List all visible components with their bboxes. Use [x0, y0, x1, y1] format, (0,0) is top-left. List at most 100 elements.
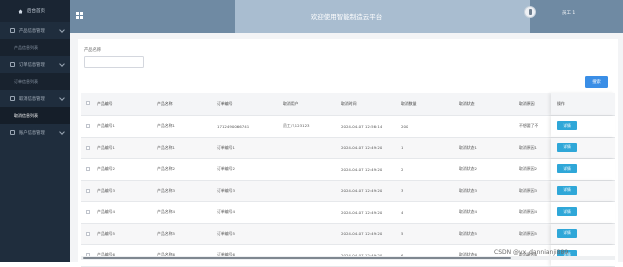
row-checkbox[interactable] [86, 210, 90, 214]
table-row: 产品编号1 产品名称1 订单编号1 2024-04-07 12:49:20 1 取消状态1… [81, 137, 615, 159]
column-header: 取消用户 [283, 101, 299, 106]
top-header: 欢迎使用智能制造云平台 员工 1 [70, 0, 623, 33]
table-cell: 产品名称3 [157, 187, 176, 193]
row-checkbox[interactable] [86, 231, 90, 236]
sidebar-group-accounts[interactable]: 账户信息管理 [0, 124, 70, 141]
table-cell: 订单编号3 [217, 187, 236, 193]
table-cell: 2024-04-07 12:49:20 [341, 166, 383, 172]
table-cell: 产品编号5 [97, 230, 116, 236]
table-cell: 产品编号4 [97, 209, 116, 215]
table-cell: 取消原因1 [519, 144, 538, 150]
table-cell: 5 [401, 231, 404, 237]
column-header: 取消原因 [519, 101, 535, 106]
table-row: 产品编号2 产品名称2 订单编号2 2024-04-07 12:49:20 2 取消状态2… [81, 159, 615, 181]
menu-icon [10, 96, 15, 101]
table-cell: 1712490066741 [217, 123, 250, 129]
table-cell: 员工八123123 [283, 123, 310, 129]
sidebar-item-home[interactable]: 后台首页 [0, 0, 70, 22]
table-cell: 取消原因2 [519, 166, 538, 172]
chevron-down-icon [59, 129, 65, 135]
cancellation-table: 产品编号 产品名称 订单编号 取消用户 取消时间 取消数量 取消状态 取消原因 操作 产品编号1 产… [81, 93, 615, 267]
sidebar-group-label: 产品信息管理 [19, 28, 45, 34]
table-row: 产品编号3 产品名称3 订单编号3 2024-04-07 12:49:20 3 取消状态3… [81, 180, 615, 202]
column-header: 产品编号 [97, 101, 113, 106]
detail-button[interactable]: 详情 [557, 164, 577, 173]
chevron-down-icon [59, 95, 65, 101]
table-cell: 2024-04-07 12:49:20 [341, 209, 383, 215]
watermark: CSDN @vx_dannianji889 [494, 249, 569, 256]
content-card: 产品名称 搜索 产品编号 产品名称 订单编号 取消用户 取消时间 取消数量 取消状态 取消原因… [78, 39, 618, 267]
column-header: 取消数量 [401, 101, 417, 106]
table-cell: 200 [401, 123, 409, 129]
sidebar-item-order-list[interactable]: 订单信息列表 [0, 73, 70, 90]
avatar[interactable] [524, 6, 536, 18]
table-cell: 取消原因4 [519, 209, 538, 215]
chevron-down-icon [59, 61, 65, 67]
row-checkbox[interactable] [86, 124, 90, 128]
column-header: 产品名称 [157, 101, 173, 106]
page-title: 欢迎使用智能制造云平台 [310, 13, 383, 21]
row-checkbox[interactable] [86, 101, 90, 105]
detail-button[interactable]: 详情 [557, 142, 577, 152]
home-icon [18, 9, 23, 13]
detail-button[interactable]: 详情 [557, 207, 577, 216]
table-cell: 订单编号2 [217, 166, 236, 172]
sidebar-group-label: 取消信息管理 [19, 96, 45, 102]
table-cell: 产品名称2 [157, 166, 176, 172]
product-name-input[interactable] [84, 56, 144, 68]
main-content: 产品名称 搜索 产品编号 产品名称 订单编号 取消用户 取消时间 取消数量 取消状态 取消原因… [70, 33, 623, 267]
sidebar-group-cancellations[interactable]: 取消信息管理 [0, 90, 70, 107]
column-header: 订单编号 [217, 101, 233, 106]
table-header-row: 产品编号 产品名称 订单编号 取消用户 取消时间 取消数量 取消状态 取消原因 操作 [81, 93, 615, 116]
user-name[interactable]: 员工 1 [562, 10, 575, 16]
sidebar-item-label: 产品信息列表 [14, 44, 38, 50]
row-checkbox[interactable] [86, 188, 90, 193]
table-cell: 2024-04-07 12:49:20 [341, 145, 383, 151]
sidebar-group-products[interactable]: 产品信息管理 [0, 22, 70, 39]
column-header: 取消时间 [341, 101, 357, 106]
table-cell: 订单编号4 [217, 209, 236, 215]
sidebar-group-orders[interactable]: 订单信息管理 [0, 56, 70, 73]
menu-icon [10, 28, 15, 33]
sidebar-group-label: 订单信息管理 [19, 62, 45, 68]
table-cell: 取消原因5 [519, 230, 538, 236]
row-checkbox[interactable] [86, 167, 90, 171]
table-cell: 产品名称5 [157, 230, 176, 236]
table-cell: 4 [401, 209, 404, 215]
table-row: 产品编号1 产品名称1 1712490066741 员工八123123 2024-04-… [81, 116, 615, 138]
table-cell: 产品名称1 [157, 123, 176, 129]
table-cell: 取消状态3 [459, 187, 478, 193]
table-cell: 产品编号3 [97, 187, 116, 193]
column-header: 取消状态 [459, 101, 475, 106]
scrollbar-thumb[interactable] [83, 256, 511, 260]
detail-button[interactable]: 详情 [557, 185, 577, 195]
table-cell: 取消状态4 [459, 209, 478, 215]
table-cell: 产品编号2 [97, 166, 116, 172]
search-button[interactable]: 搜索 [585, 76, 608, 88]
menu-icon [10, 130, 15, 135]
table-cell: 产品编号1 [97, 144, 116, 150]
menu-icon [10, 62, 15, 67]
table-cell: 不想要了不 [519, 123, 539, 129]
table-cell: 取消状态5 [459, 230, 478, 236]
table-cell: 1 [401, 145, 404, 151]
detail-button[interactable]: 详情 [557, 121, 577, 130]
horizontal-scrollbar[interactable] [81, 256, 615, 260]
table-cell: 取消原因3 [519, 187, 538, 193]
table-cell: 订单编号5 [217, 230, 236, 236]
sidebar-item-label: 取消信息列表 [14, 112, 38, 118]
table-cell: 2 [401, 166, 404, 172]
table-cell: 3 [401, 188, 404, 194]
table-cell: 2024-04-07 12:49:20 [341, 231, 383, 237]
sidebar-item-cancel-list[interactable]: 取消信息列表 [0, 107, 70, 124]
table-cell: 订单编号1 [217, 144, 236, 150]
chevron-down-icon [59, 27, 65, 33]
sidebar-item-product-list[interactable]: 产品信息列表 [0, 39, 70, 56]
sidebar-item-label: 订单信息列表 [14, 78, 38, 84]
sidebar: 后台首页 产品信息管理 产品信息列表 订单信息管理 订单信息列表 取消信息管理 … [0, 0, 70, 262]
row-checkbox[interactable] [86, 145, 90, 150]
sidebar-group-label: 账户信息管理 [19, 130, 45, 136]
table-cell: 2024-04-07 12:56:14 [341, 123, 383, 129]
column-header: 操作 [557, 101, 565, 106]
detail-button[interactable]: 详情 [557, 228, 577, 238]
